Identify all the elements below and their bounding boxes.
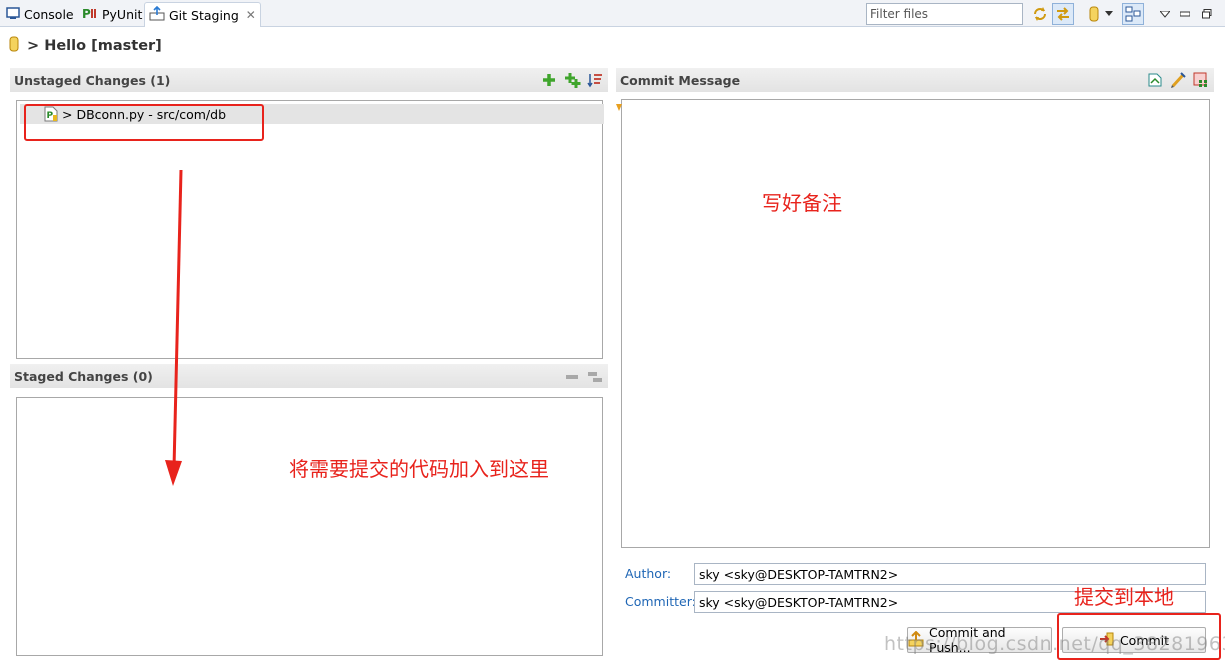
repository-heading-text: > Hello [master] xyxy=(27,38,162,54)
link-selection-icon[interactable] xyxy=(1052,3,1074,25)
add-to-index-icon[interactable] xyxy=(540,71,558,89)
annotation-add-code: 将需要提交的代码加入到这里 xyxy=(289,457,549,481)
tab-pyunit[interactable]: P PyUnit xyxy=(78,2,146,26)
commit-message-editor[interactable] xyxy=(616,99,1210,548)
tab-console-label: Console xyxy=(24,6,74,22)
repository-heading-icon xyxy=(8,36,20,56)
annotation-highlight-unstaged-file xyxy=(24,104,264,141)
commit-message-title: Commit Message xyxy=(620,72,741,88)
close-tab-icon[interactable]: ✕ xyxy=(246,8,256,22)
staged-changes-header: Staged Changes (0) xyxy=(10,364,608,388)
warning-marker-icon xyxy=(616,101,622,115)
staged-changes-list[interactable] xyxy=(16,397,603,656)
maximize-icon[interactable] xyxy=(1196,3,1218,25)
pyunit-icon: P xyxy=(82,6,98,23)
view-menu-icon[interactable] xyxy=(1154,3,1176,25)
remove-all-from-index-icon[interactable] xyxy=(586,368,604,386)
amend-icon[interactable] xyxy=(1146,71,1164,89)
tab-pyunit-label: PyUnit xyxy=(102,6,143,22)
annotation-commit-local: 提交到本地 xyxy=(1074,585,1174,609)
sort-icon[interactable] xyxy=(586,71,604,89)
repository-heading: > Hello [master] xyxy=(8,33,162,59)
signed-off-icon[interactable] xyxy=(1169,71,1187,89)
tab-git-staging[interactable]: Git Staging ✕ xyxy=(144,2,261,27)
annotation-arrow xyxy=(165,169,183,486)
minimize-icon[interactable] xyxy=(1174,3,1196,25)
presentation-layout-icon[interactable] xyxy=(1122,3,1144,25)
filter-files-input[interactable] xyxy=(866,3,1023,25)
unstaged-changes-title: Unstaged Changes (1) xyxy=(14,72,171,88)
repository-dropdown-icon[interactable] xyxy=(1102,3,1116,25)
annotation-write-note: 写好备注 xyxy=(762,191,842,215)
author-label: Author: xyxy=(625,566,672,581)
console-icon xyxy=(6,6,20,23)
staged-changes-title: Staged Changes (0) xyxy=(14,368,153,384)
tab-git-staging-label: Git Staging xyxy=(169,7,239,23)
add-all-to-index-icon[interactable] xyxy=(563,71,581,89)
change-id-icon[interactable] xyxy=(1192,71,1210,89)
unstaged-changes-header: Unstaged Changes (1) xyxy=(10,68,608,92)
git-staging-icon xyxy=(149,5,165,24)
committer-label: Committer: xyxy=(625,594,696,609)
watermark: https://blog.csdn.net/qq_38281963 xyxy=(884,633,1225,655)
tab-console[interactable]: Console xyxy=(2,2,78,26)
remove-from-index-icon[interactable] xyxy=(563,368,581,386)
refresh-icon[interactable] xyxy=(1029,3,1051,25)
commit-message-header: Commit Message xyxy=(616,68,1214,92)
view-tab-bar: Console P PyUnit Git Staging ✕ xyxy=(0,0,1225,27)
svg-text:P: P xyxy=(82,7,91,20)
